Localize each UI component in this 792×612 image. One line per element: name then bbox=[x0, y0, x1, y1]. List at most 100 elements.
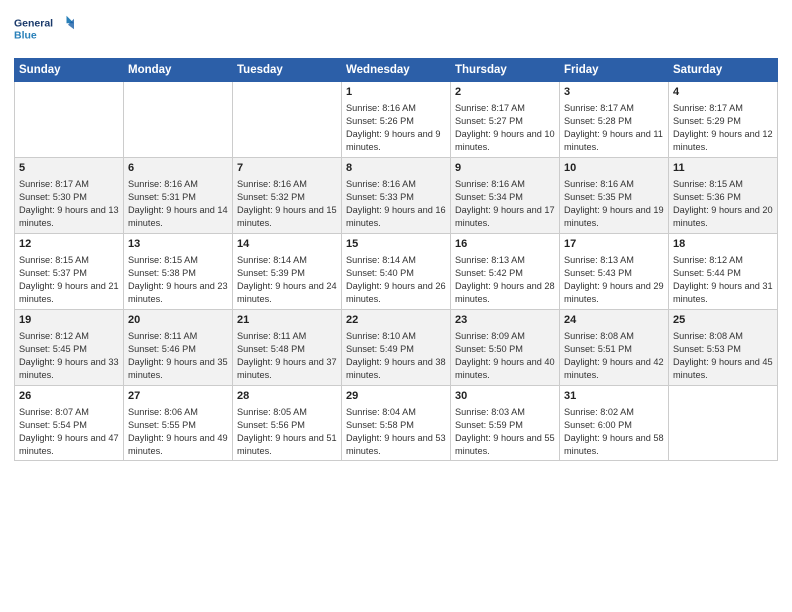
day-info: Sunrise: 8:08 AMSunset: 5:53 PMDaylight:… bbox=[673, 330, 773, 382]
day-info: Sunrise: 8:16 AMSunset: 5:35 PMDaylight:… bbox=[564, 178, 664, 230]
page: General Blue SundayMondayTuesdayWednesda… bbox=[0, 0, 792, 612]
day-number: 27 bbox=[128, 389, 228, 404]
day-number: 21 bbox=[237, 313, 337, 328]
weekday-wednesday: Wednesday bbox=[342, 59, 451, 82]
day-cell: 19 Sunrise: 8:12 AMSunset: 5:45 PMDayligh… bbox=[15, 309, 124, 385]
day-cell: 18 Sunrise: 8:12 AMSunset: 5:44 PMDayligh… bbox=[669, 233, 778, 309]
day-number: 7 bbox=[237, 161, 337, 176]
day-cell bbox=[124, 82, 233, 158]
svg-text:Blue: Blue bbox=[14, 29, 37, 41]
day-cell: 12 Sunrise: 8:15 AMSunset: 5:37 PMDayligh… bbox=[15, 233, 124, 309]
week-row-2: 5 Sunrise: 8:17 AMSunset: 5:30 PMDaylight… bbox=[15, 157, 778, 233]
day-cell: 8Sunrise: 8:16 AMSunset: 5:33 PMDaylight… bbox=[342, 157, 451, 233]
day-info: Sunrise: 8:17 AMSunset: 5:30 PMDaylight:… bbox=[19, 178, 119, 230]
day-cell: 11 Sunrise: 8:15 AMSunset: 5:36 PMDayligh… bbox=[669, 157, 778, 233]
day-info: Sunrise: 8:03 AMSunset: 5:59 PMDaylight:… bbox=[455, 406, 555, 458]
day-cell: 6 Sunrise: 8:16 AMSunset: 5:31 PMDaylight… bbox=[124, 157, 233, 233]
day-number: 5 bbox=[19, 161, 119, 176]
day-cell: 22Sunrise: 8:10 AMSunset: 5:49 PMDayligh… bbox=[342, 309, 451, 385]
day-number: 31 bbox=[564, 389, 664, 404]
day-number: 11 bbox=[673, 161, 773, 176]
day-number: 8 bbox=[346, 161, 446, 176]
day-info: Sunrise: 8:15 AMSunset: 5:36 PMDaylight:… bbox=[673, 178, 773, 230]
day-cell: 7 Sunrise: 8:16 AMSunset: 5:32 PMDaylight… bbox=[233, 157, 342, 233]
day-cell: 4 Sunrise: 8:17 AMSunset: 5:29 PMDaylight… bbox=[669, 82, 778, 158]
day-cell bbox=[233, 82, 342, 158]
day-number: 19 bbox=[19, 313, 119, 328]
day-info: Sunrise: 8:04 AMSunset: 5:58 PMDaylight:… bbox=[346, 406, 446, 458]
day-number: 17 bbox=[564, 237, 664, 252]
header: General Blue bbox=[14, 10, 778, 50]
day-info: Sunrise: 8:17 AMSunset: 5:29 PMDaylight:… bbox=[673, 102, 773, 154]
day-cell: 1Sunrise: 8:16 AMSunset: 5:26 PMDaylight… bbox=[342, 82, 451, 158]
day-info: Sunrise: 8:06 AMSunset: 5:55 PMDaylight:… bbox=[128, 406, 228, 458]
day-number: 3 bbox=[564, 85, 664, 100]
day-cell: 3 Sunrise: 8:17 AMSunset: 5:28 PMDaylight… bbox=[560, 82, 669, 158]
calendar: SundayMondayTuesdayWednesdayThursdayFrid… bbox=[14, 58, 778, 461]
day-cell: 20 Sunrise: 8:11 AMSunset: 5:46 PMDayligh… bbox=[124, 309, 233, 385]
day-cell bbox=[669, 385, 778, 461]
day-cell: 28 Sunrise: 8:05 AMSunset: 5:56 PMDayligh… bbox=[233, 385, 342, 461]
day-number: 2 bbox=[455, 85, 555, 100]
day-cell: 29Sunrise: 8:04 AMSunset: 5:58 PMDayligh… bbox=[342, 385, 451, 461]
weekday-monday: Monday bbox=[124, 59, 233, 82]
day-info: Sunrise: 8:15 AMSunset: 5:38 PMDaylight:… bbox=[128, 254, 228, 306]
logo: General Blue bbox=[14, 10, 74, 50]
day-cell: 2Sunrise: 8:17 AMSunset: 5:27 PMDaylight… bbox=[451, 82, 560, 158]
day-info: Sunrise: 8:12 AMSunset: 5:45 PMDaylight:… bbox=[19, 330, 119, 382]
weekday-tuesday: Tuesday bbox=[233, 59, 342, 82]
day-number: 26 bbox=[19, 389, 119, 404]
day-cell: 27 Sunrise: 8:06 AMSunset: 5:55 PMDayligh… bbox=[124, 385, 233, 461]
day-cell: 13 Sunrise: 8:15 AMSunset: 5:38 PMDayligh… bbox=[124, 233, 233, 309]
day-cell: 16Sunrise: 8:13 AMSunset: 5:42 PMDayligh… bbox=[451, 233, 560, 309]
day-info: Sunrise: 8:16 AMSunset: 5:31 PMDaylight:… bbox=[128, 178, 228, 230]
weekday-saturday: Saturday bbox=[669, 59, 778, 82]
logo-svg: General Blue bbox=[14, 10, 74, 50]
day-number: 20 bbox=[128, 313, 228, 328]
day-cell: 30 Sunrise: 8:03 AMSunset: 5:59 PMDayligh… bbox=[451, 385, 560, 461]
day-number: 12 bbox=[19, 237, 119, 252]
day-info: Sunrise: 8:13 AMSunset: 5:42 PMDaylight:… bbox=[455, 254, 555, 306]
weekday-header-row: SundayMondayTuesdayWednesdayThursdayFrid… bbox=[15, 59, 778, 82]
day-cell: 23Sunrise: 8:09 AMSunset: 5:50 PMDayligh… bbox=[451, 309, 560, 385]
day-info: Sunrise: 8:02 AMSunset: 6:00 PMDaylight:… bbox=[564, 406, 664, 458]
weekday-thursday: Thursday bbox=[451, 59, 560, 82]
day-cell: 5 Sunrise: 8:17 AMSunset: 5:30 PMDaylight… bbox=[15, 157, 124, 233]
day-info: Sunrise: 8:11 AMSunset: 5:46 PMDaylight:… bbox=[128, 330, 228, 382]
day-cell: 31 Sunrise: 8:02 AMSunset: 6:00 PMDayligh… bbox=[560, 385, 669, 461]
day-cell: 17 Sunrise: 8:13 AMSunset: 5:43 PMDayligh… bbox=[560, 233, 669, 309]
day-info: Sunrise: 8:15 AMSunset: 5:37 PMDaylight:… bbox=[19, 254, 119, 306]
day-number: 13 bbox=[128, 237, 228, 252]
week-row-5: 26 Sunrise: 8:07 AMSunset: 5:54 PMDayligh… bbox=[15, 385, 778, 461]
day-info: Sunrise: 8:13 AMSunset: 5:43 PMDaylight:… bbox=[564, 254, 664, 306]
day-cell bbox=[15, 82, 124, 158]
day-number: 30 bbox=[455, 389, 555, 404]
day-cell: 24Sunrise: 8:08 AMSunset: 5:51 PMDayligh… bbox=[560, 309, 669, 385]
day-number: 9 bbox=[455, 161, 555, 176]
day-info: Sunrise: 8:07 AMSunset: 5:54 PMDaylight:… bbox=[19, 406, 119, 458]
day-cell: 25 Sunrise: 8:08 AMSunset: 5:53 PMDayligh… bbox=[669, 309, 778, 385]
day-number: 24 bbox=[564, 313, 664, 328]
day-info: Sunrise: 8:16 AMSunset: 5:32 PMDaylight:… bbox=[237, 178, 337, 230]
day-info: Sunrise: 8:12 AMSunset: 5:44 PMDaylight:… bbox=[673, 254, 773, 306]
day-info: Sunrise: 8:16 AMSunset: 5:26 PMDaylight:… bbox=[346, 102, 446, 154]
day-cell: 15 Sunrise: 8:14 AMSunset: 5:40 PMDayligh… bbox=[342, 233, 451, 309]
week-row-4: 19 Sunrise: 8:12 AMSunset: 5:45 PMDayligh… bbox=[15, 309, 778, 385]
weekday-sunday: Sunday bbox=[15, 59, 124, 82]
day-cell: 14 Sunrise: 8:14 AMSunset: 5:39 PMDayligh… bbox=[233, 233, 342, 309]
svg-text:General: General bbox=[14, 17, 53, 29]
day-info: Sunrise: 8:17 AMSunset: 5:28 PMDaylight:… bbox=[564, 102, 664, 154]
day-number: 25 bbox=[673, 313, 773, 328]
day-info: Sunrise: 8:05 AMSunset: 5:56 PMDaylight:… bbox=[237, 406, 337, 458]
day-number: 4 bbox=[673, 85, 773, 100]
day-cell: 9Sunrise: 8:16 AMSunset: 5:34 PMDaylight… bbox=[451, 157, 560, 233]
weekday-friday: Friday bbox=[560, 59, 669, 82]
day-number: 28 bbox=[237, 389, 337, 404]
day-number: 18 bbox=[673, 237, 773, 252]
day-number: 14 bbox=[237, 237, 337, 252]
day-number: 15 bbox=[346, 237, 446, 252]
day-info: Sunrise: 8:14 AMSunset: 5:40 PMDaylight:… bbox=[346, 254, 446, 306]
day-cell: 10Sunrise: 8:16 AMSunset: 5:35 PMDayligh… bbox=[560, 157, 669, 233]
day-info: Sunrise: 8:14 AMSunset: 5:39 PMDaylight:… bbox=[237, 254, 337, 306]
day-number: 6 bbox=[128, 161, 228, 176]
